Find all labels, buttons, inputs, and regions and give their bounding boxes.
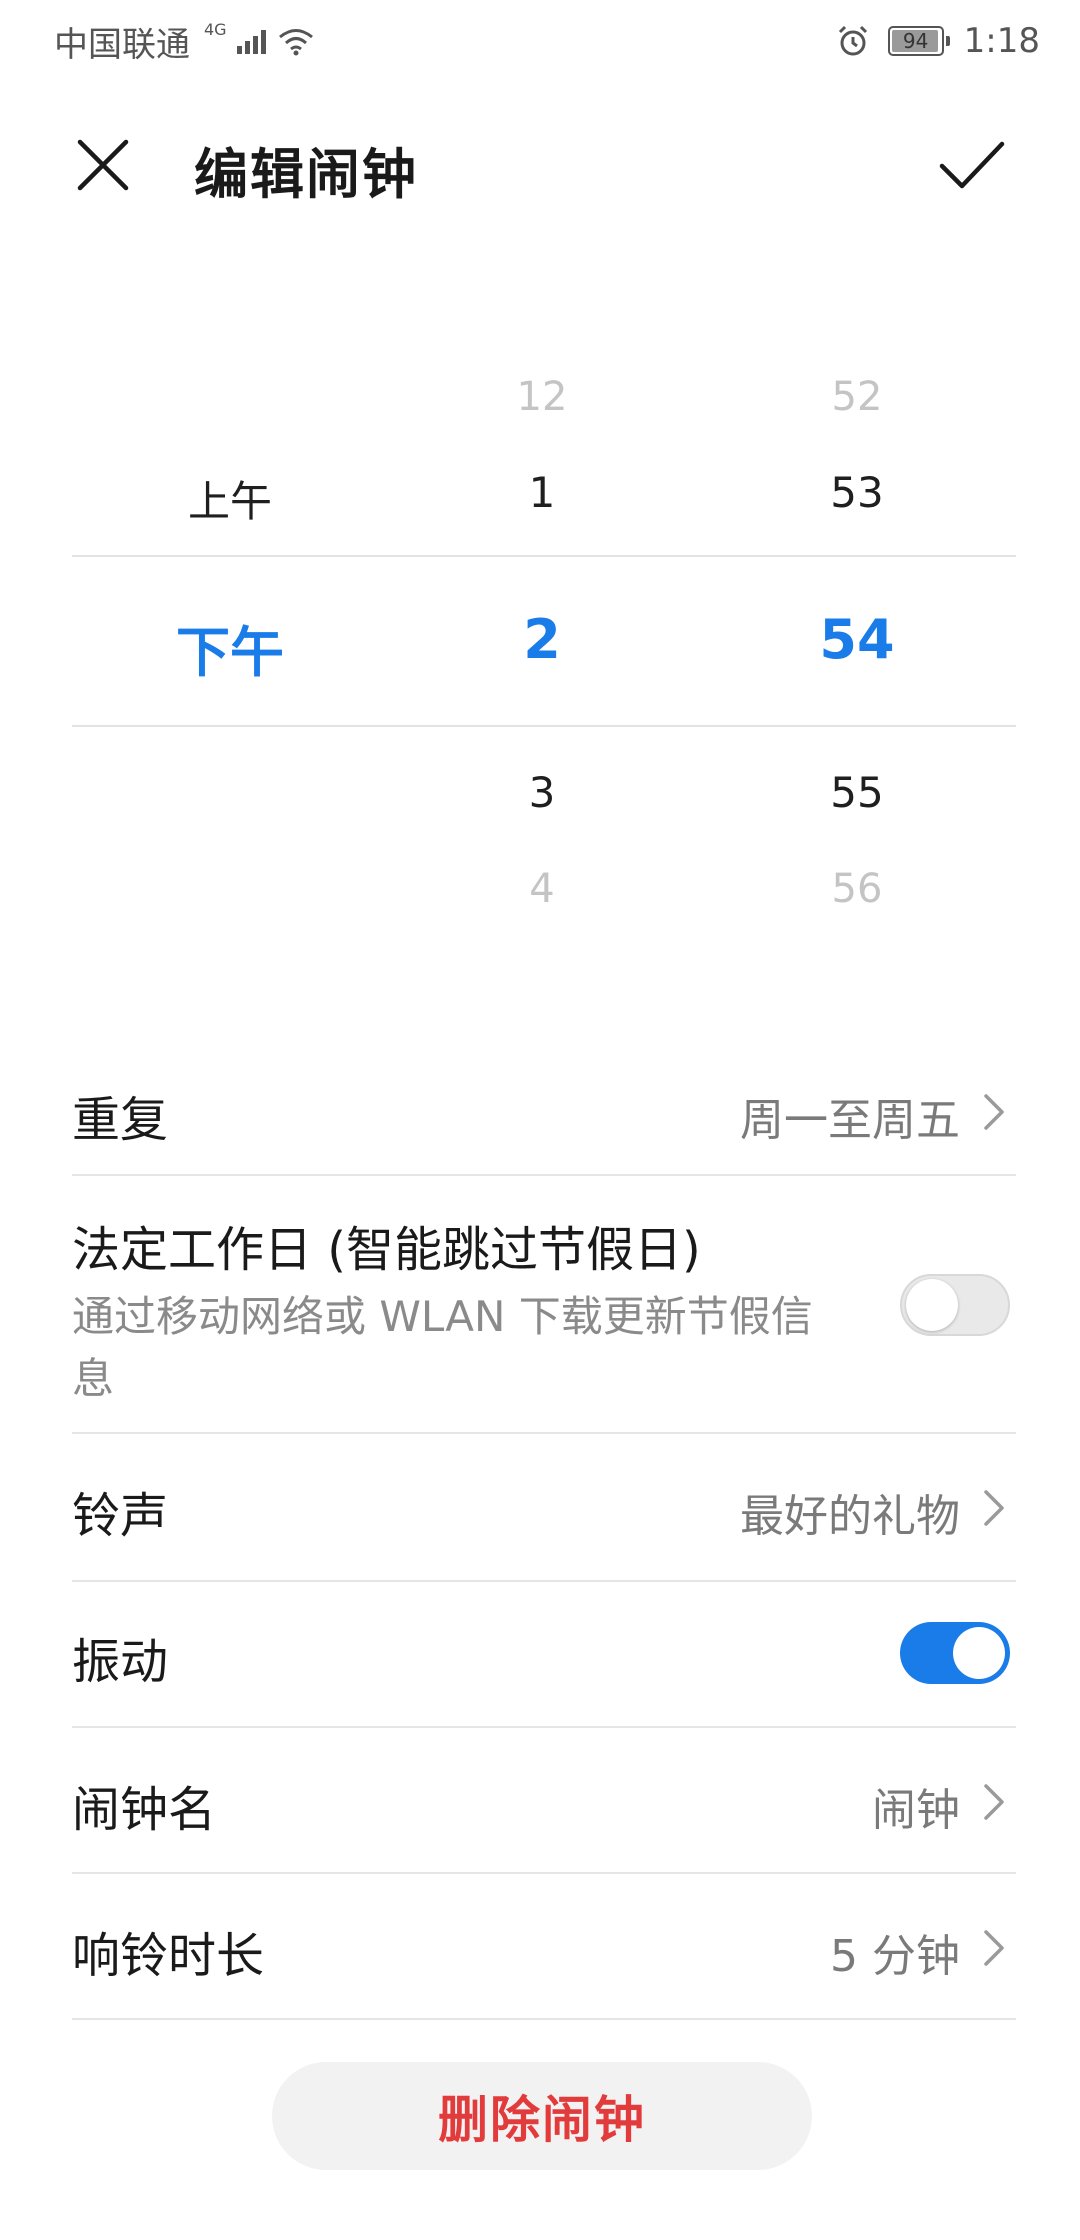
status-right: 94 1:18 xyxy=(836,21,1040,61)
title-bar: 编辑闹钟 xyxy=(0,100,1080,230)
hour-option[interactable]: 1 xyxy=(392,468,692,517)
network-type: 4G xyxy=(204,19,227,39)
alarm-settings-list: 重复 周一至周五 法定工作日 (智能跳过节假日) 通过移动网络或 WLAN 下载… xyxy=(72,1050,1016,2020)
delete-alarm-button[interactable]: 删除闹钟 xyxy=(272,2062,812,2170)
minute-option[interactable]: 52 xyxy=(707,374,1007,420)
ring-duration-row[interactable]: 响铃时长 5 分钟 xyxy=(72,1874,1016,2020)
repeat-value: 周一至周五 xyxy=(740,1095,960,1146)
close-button[interactable] xyxy=(70,132,136,198)
vibrate-label: 振动 xyxy=(72,1634,169,1690)
minute-option[interactable]: 56 xyxy=(707,866,1007,912)
close-icon xyxy=(77,139,129,191)
ampm-option[interactable]: 上午 xyxy=(80,468,380,529)
battery-level: 94 xyxy=(902,29,929,53)
confirm-button[interactable] xyxy=(936,132,1008,198)
chevron-right-icon xyxy=(984,1490,1004,1526)
ring-duration-value: 5 分钟 xyxy=(830,1931,960,1982)
hour-selected[interactable]: 2 xyxy=(392,608,692,671)
page-title: 编辑闹钟 xyxy=(194,143,418,206)
signal-icon xyxy=(236,28,266,54)
legal-workday-row[interactable]: 法定工作日 (智能跳过节假日) 通过移动网络或 WLAN 下载更新节假信息 xyxy=(72,1176,1016,1434)
carrier-name: 中国联通 xyxy=(54,24,190,65)
minute-option[interactable]: 55 xyxy=(707,768,1007,817)
hour-option[interactable]: 4 xyxy=(392,866,692,912)
edit-alarm-screen: 中国联通 4G 94 1:18 编辑闹钟 上午 下午 12 1 2 3 4 52… xyxy=(0,0,1080,2240)
legal-workday-toggle[interactable] xyxy=(900,1274,1010,1336)
chevron-right-icon xyxy=(984,1930,1004,1966)
ringtone-value: 最好的礼物 xyxy=(740,1491,960,1542)
clock-time: 1:18 xyxy=(963,21,1040,61)
time-picker: 上午 下午 12 1 2 3 4 52 53 54 55 56 xyxy=(0,350,1080,940)
legal-workday-description: 通过移动网络或 WLAN 下载更新节假信息 xyxy=(72,1292,813,1403)
alarm-name-row[interactable]: 闹钟名 闹钟 xyxy=(72,1728,1016,1874)
toggle-knob xyxy=(906,1279,958,1331)
alarm-name-label: 闹钟名 xyxy=(72,1782,217,1838)
repeat-row[interactable]: 重复 周一至周五 xyxy=(72,1050,1016,1176)
battery-icon: 94 xyxy=(887,26,950,56)
ring-duration-label: 响铃时长 xyxy=(72,1928,265,1984)
picker-divider-bottom xyxy=(72,725,1016,727)
ringtone-label: 铃声 xyxy=(72,1488,169,1544)
vibrate-row[interactable]: 振动 xyxy=(72,1582,1016,1728)
repeat-label: 重复 xyxy=(72,1092,169,1148)
chevron-right-icon xyxy=(984,1094,1004,1130)
status-left: 中国联通 4G xyxy=(54,17,316,66)
minute-selected[interactable]: 54 xyxy=(707,608,1007,671)
alarm-clock-icon xyxy=(838,25,867,56)
chevron-right-icon xyxy=(984,1784,1004,1820)
status-bar: 中国联通 4G 94 1:18 xyxy=(0,0,1080,82)
check-icon xyxy=(939,141,1005,189)
picker-divider-top xyxy=(72,555,1016,557)
hour-option[interactable]: 12 xyxy=(392,374,692,420)
vibrate-toggle[interactable] xyxy=(900,1622,1010,1684)
legal-workday-label: 法定工作日 (智能跳过节假日) xyxy=(72,1222,701,1278)
hour-option[interactable]: 3 xyxy=(392,768,692,817)
minute-option[interactable]: 53 xyxy=(707,468,1007,517)
toggle-knob xyxy=(953,1627,1005,1679)
ringtone-row[interactable]: 铃声 最好的礼物 xyxy=(72,1434,1016,1582)
alarm-name-value: 闹钟 xyxy=(872,1785,960,1836)
ampm-selected[interactable]: 下午 xyxy=(80,608,380,687)
wifi-icon xyxy=(278,29,313,56)
